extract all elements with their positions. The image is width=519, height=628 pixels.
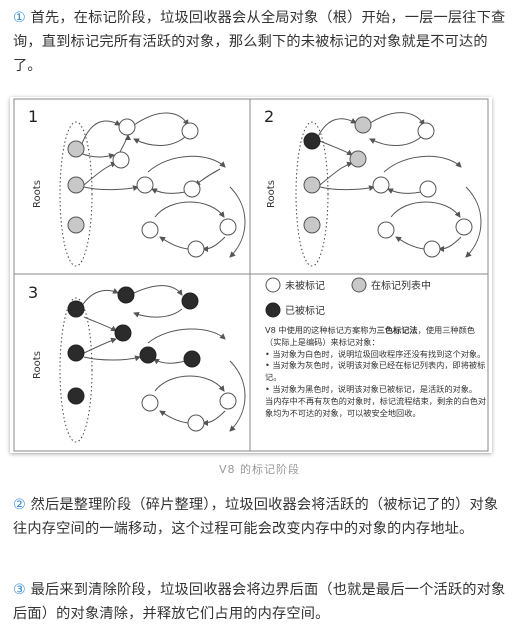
node-black <box>67 300 85 318</box>
node-white <box>219 218 237 236</box>
paragraph-mark-phase: ① 首先，在标记阶段，垃圾回收器会从全局对象（根）开始，一层一层往下查询，直到标… <box>13 6 509 78</box>
paragraph-sweep-phase: ③ 最后来到清除阶段，垃圾回收器会将边界后面（也就是最后一个活跃的对象后面）的对… <box>13 578 509 626</box>
marking-phase-figure: 1 2 3 Roots Roots Roots 未被标记 在标记列表中 已被标记… <box>10 97 492 453</box>
step-2-marker: ② <box>13 497 26 513</box>
step-3-marker: ③ <box>13 582 26 598</box>
node-black <box>183 350 201 368</box>
node-white <box>141 221 159 239</box>
node-black <box>303 132 321 150</box>
node-black <box>117 286 135 304</box>
panel-1-graph <box>59 112 246 267</box>
note-item-white: • 当对象为白色时，说明垃圾回收程序还没有找到这个对象。 <box>265 348 486 359</box>
roots-region <box>59 297 93 443</box>
legend-white-label: 未被标记 <box>285 279 325 292</box>
panel-3-graph <box>59 285 246 443</box>
panel-3-roots-label: Roots <box>32 351 43 379</box>
note-outro: 当内存中不再有灰色的对象时，标记流程结束，剩余的白色对象均为不可达的对象，可以被… <box>265 395 487 418</box>
node-white <box>187 414 205 432</box>
paragraph-compact-phase: ② 然后是整理阶段（碎片整理），垃圾回收器会将活跃的（被标记了的）对象往内存空间… <box>13 493 509 541</box>
step-1-marker: ① <box>13 10 26 26</box>
node-white <box>136 176 154 194</box>
panel-1-roots-label: Roots <box>32 180 43 208</box>
node-black <box>67 387 85 405</box>
node-gray <box>67 216 85 234</box>
legend-black-label: 已被标记 <box>285 304 325 317</box>
node-white <box>118 118 136 136</box>
node-black <box>139 346 157 364</box>
paragraph-text: 首先，在标记阶段，垃圾回收器会从全局对象（根）开始，一层一层往下查询，直到标记完… <box>13 10 506 74</box>
node-white <box>377 221 395 239</box>
node-white <box>181 122 199 140</box>
node-black <box>114 324 132 342</box>
figure-caption: V8 的标记阶段 <box>218 463 301 476</box>
legend-gray-swatch <box>351 277 367 293</box>
paragraph-text: 最后来到清除阶段，垃圾回收器会将边界后面（也就是最后一个活跃的对象后面）的对象清… <box>13 582 506 622</box>
tricolor-note: V8 中使用的这种标记方案称为三色标记法，使用三种颜色（实际上是编码）来标记对象… <box>265 325 489 419</box>
legend-white-swatch <box>265 277 281 293</box>
node-white <box>417 122 435 140</box>
node-white <box>187 240 205 258</box>
legend: 未被标记 在标记列表中 已被标记 <box>265 277 431 318</box>
panel-2-graph <box>295 112 482 267</box>
legend-black-swatch <box>265 302 281 318</box>
node-black <box>181 292 199 310</box>
node-gray <box>303 216 321 234</box>
panel-2-roots-label: Roots <box>266 180 277 208</box>
node-gray <box>67 140 85 158</box>
node-gray <box>67 176 85 194</box>
node-white <box>423 240 441 258</box>
note-intro: V8 中使用的这种标记方案称为 <box>265 325 377 335</box>
note-item-gray: • 当对象为灰色时，说明该对象已经在标记列表内，即将被标记。 <box>265 360 486 383</box>
node-white <box>183 180 201 198</box>
panel-1-number: 1 <box>28 107 38 126</box>
panel-2-number: 2 <box>264 107 274 126</box>
node-white <box>419 180 437 198</box>
note-term: 三色标记法 <box>376 325 418 335</box>
panel-3-number: 3 <box>28 283 38 302</box>
node-gray <box>303 176 321 194</box>
legend-gray-label: 在标记列表中 <box>371 279 431 292</box>
paragraph-text: 然后是整理阶段（碎片整理），垃圾回收器会将活跃的（被标记了的）对象往内存空间的一… <box>13 497 499 537</box>
node-gray <box>349 150 367 168</box>
node-black <box>67 344 85 362</box>
node-white <box>141 394 159 412</box>
node-gray <box>354 116 372 134</box>
note-item-black: • 当对象为黑色时，说明该对象已被标记，是活跃的对象。 <box>265 383 478 394</box>
node-white <box>455 218 473 236</box>
node-white <box>112 151 130 169</box>
node-white <box>372 176 390 194</box>
node-white <box>219 392 237 410</box>
